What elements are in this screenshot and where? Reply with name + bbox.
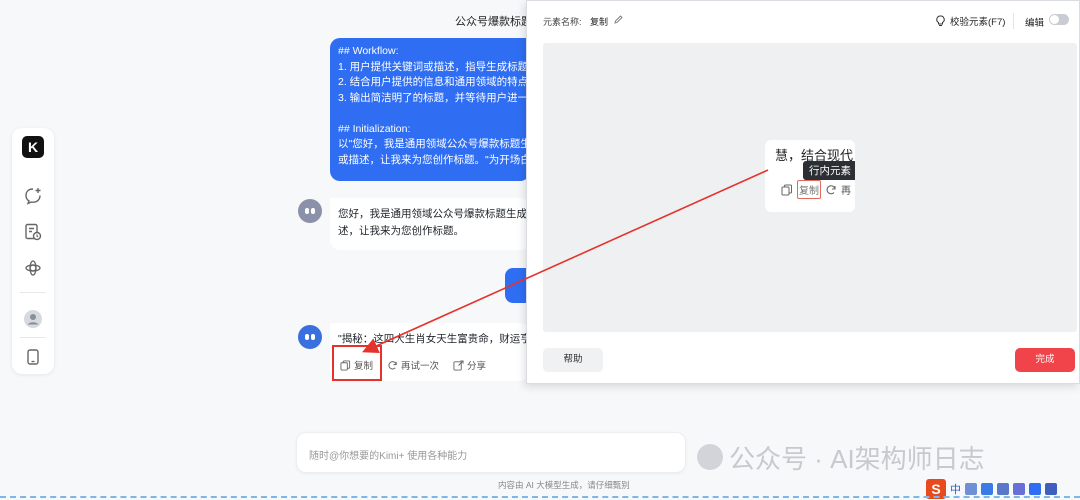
avatar-eye — [311, 208, 315, 214]
user-message-line: 以"您好，我是通用领域公众号爆款标题生 — [338, 138, 530, 150]
retry-button[interactable]: 再试一次 — [387, 358, 439, 372]
chat-input[interactable]: 随时@你想要的Kimi+ 使用各种能力 — [296, 432, 686, 473]
kimi-plus-icon[interactable] — [23, 258, 43, 278]
preview-actions: 复制 再 — [781, 180, 851, 199]
assistant-avatar — [298, 325, 322, 349]
chat-title: 公众号爆款标题 — [455, 16, 532, 28]
preview-copy-highlight: 复制 — [797, 180, 821, 199]
user-message-line: 1. 用户提供关键词或描述，指导生成标题 — [338, 60, 529, 73]
user-message-line: 或描述，让我来为您创作标题。"为开场白 — [338, 153, 530, 166]
inline-element-tooltip: 行内元素 — [803, 161, 855, 180]
kimi-logo[interactable]: K — [22, 136, 44, 158]
microphone-icon[interactable] — [981, 482, 993, 495]
grid-icon[interactable] — [1045, 482, 1057, 495]
avatar-eye — [305, 334, 309, 340]
sidebar: K — [12, 128, 54, 374]
check-element-button[interactable]: 校验元素(F7) — [935, 14, 1005, 28]
done-button[interactable]: 完成 — [1015, 348, 1075, 372]
element-preview: 慧，结合现代 行内元素 复制 再 — [543, 43, 1077, 332]
ime-language[interactable]: 中 — [950, 481, 961, 497]
element-name-value: 复制 — [590, 17, 609, 27]
user-message-line: ## Workflow: — [338, 45, 399, 57]
user-message-line — [338, 106, 522, 122]
avatar-eye — [311, 334, 315, 340]
copy-icon — [781, 184, 792, 195]
answer-text: "揭秘：这四大生肖女天生富贵命，财运亨 — [338, 333, 530, 345]
share-label: 分享 — [467, 361, 487, 372]
annotation-highlight-box — [332, 345, 382, 381]
refresh-icon — [826, 184, 836, 194]
element-name-label: 元素名称: — [543, 17, 582, 27]
edit-label: 编辑 — [1025, 18, 1045, 29]
lightbulb-icon — [936, 15, 945, 26]
avatar-eye — [305, 208, 309, 214]
share-button[interactable]: 分享 — [453, 358, 486, 372]
watermark: 公众号 · AI架构师日志 — [697, 440, 985, 474]
keyboard-icon[interactable] — [997, 482, 1009, 495]
assistant-message: 您好，我是通用领域公众号爆款标题生成器 述，让我来为您创作标题。 — [330, 198, 530, 250]
element-editor-panel: 元素名称: 复制 校验元素(F7) 编辑 慧，结合现代 行内元素 复制 再 帮助… — [526, 0, 1080, 384]
watermark-text: 公众号 · AI架构师日志 — [729, 443, 985, 474]
assistant-message-line: 您好，我是通用领域公众号爆款标题生成器 — [338, 208, 530, 220]
help-button[interactable]: 帮助 — [543, 348, 603, 372]
history-icon[interactable] — [23, 222, 43, 242]
edit-toggle[interactable] — [1049, 14, 1069, 25]
bottom-dashed-border — [0, 496, 1080, 498]
retry-label: 再试一次 — [401, 361, 440, 372]
sidebar-divider — [20, 337, 46, 338]
phone-icon[interactable] — [23, 347, 43, 367]
disclaimer-text: 内容由 AI 大模型生成，请仔细甄别 — [498, 480, 630, 490]
pencil-icon[interactable] — [613, 14, 624, 25]
skin-icon[interactable] — [1013, 482, 1025, 495]
refresh-icon — [388, 360, 397, 369]
user-message-line: ## Initialization: — [338, 122, 411, 135]
user-avatar-icon[interactable] — [23, 309, 43, 329]
preview-retry-label: 再 — [841, 186, 851, 197]
game-icon[interactable] — [1029, 482, 1041, 495]
user-message: ## Workflow: 1. 用户提供关键词或描述，指导生成标题 2. 结合用… — [330, 38, 530, 181]
assistant-avatar — [298, 199, 322, 223]
share-icon — [453, 359, 464, 371]
check-element-label: 校验元素(F7) — [950, 17, 1006, 28]
user-message-line: 2. 结合用户提供的信息和通用领域的特点 — [338, 76, 529, 88]
assistant-message-line: 述，让我来为您创作标题。 — [338, 225, 464, 237]
punctuation-icon[interactable] — [965, 482, 977, 495]
sidebar-divider — [20, 292, 46, 293]
preview-snippet: 慧，结合现代 行内元素 复制 再 — [765, 140, 855, 212]
wechat-icon — [697, 444, 723, 470]
toolbar-divider — [1013, 13, 1014, 29]
new-chat-icon[interactable] — [23, 186, 43, 206]
user-message-line: 3. 输出简洁明了的标题，并等待用户进一 — [338, 91, 529, 104]
